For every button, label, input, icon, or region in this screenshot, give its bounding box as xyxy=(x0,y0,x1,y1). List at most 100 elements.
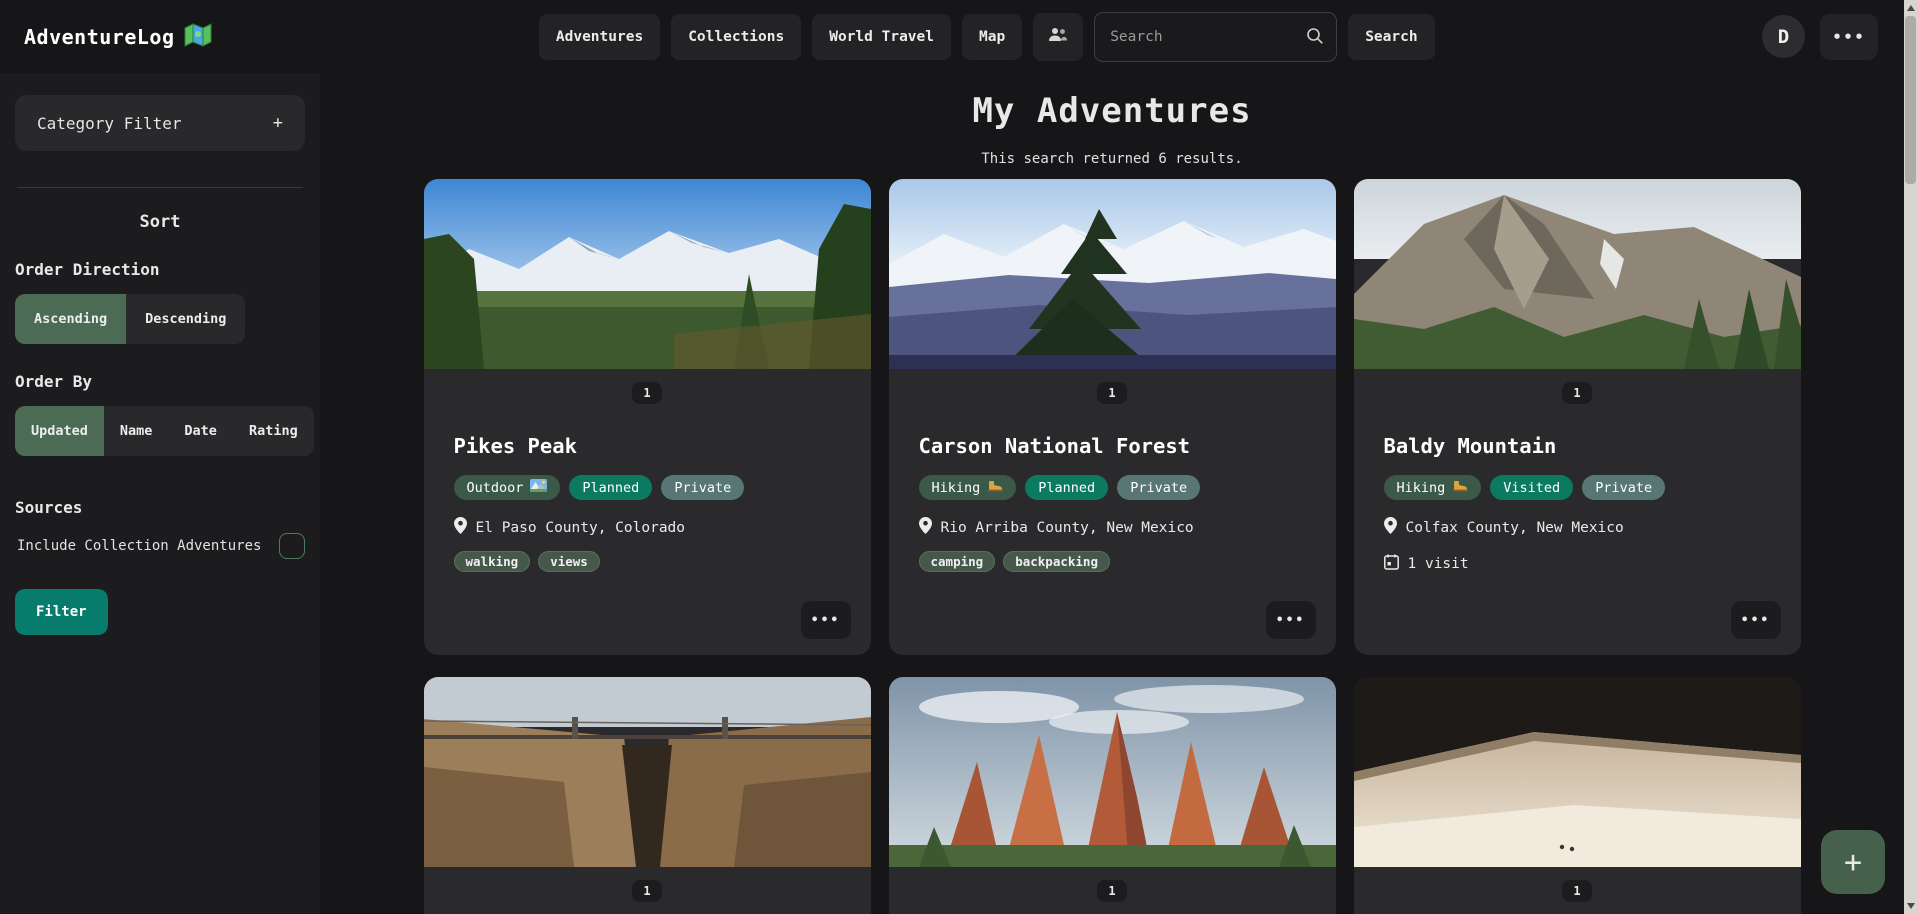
boot-icon xyxy=(1452,479,1468,496)
sort-heading: Sort xyxy=(15,212,305,232)
scroll-up-arrow[interactable] xyxy=(1907,5,1915,11)
sidebar-divider xyxy=(17,187,303,188)
collection-count-badge: 1 xyxy=(1562,382,1591,404)
overflow-menu-button[interactable]: ••• xyxy=(1820,14,1878,60)
adventure-card: 1 xyxy=(424,677,871,914)
expand-plus-icon: + xyxy=(273,113,283,133)
adventure-image-carson-forest[interactable] xyxy=(889,179,1336,369)
badge-row: Hiking Planned Private xyxy=(919,475,1306,500)
card-body: Pikes Peak Outdoor xyxy=(424,404,871,601)
adventure-image-canyon-bridge[interactable] xyxy=(424,677,871,867)
main-content: My Adventures This search returned 6 res… xyxy=(320,73,1904,914)
card-more-button[interactable]: ••• xyxy=(801,601,851,639)
include-collection-checkbox[interactable] xyxy=(279,533,305,559)
tag-pill: backpacking xyxy=(1003,551,1110,572)
nav-world-travel-button[interactable]: World Travel xyxy=(812,14,951,60)
app-title: AdventureLog xyxy=(24,25,175,49)
map-emoji-icon xyxy=(184,23,212,51)
include-collection-row: Include Collection Adventures xyxy=(15,533,305,559)
filter-sidebar: Category Filter + Sort Order Direction A… xyxy=(0,73,320,914)
visibility-badge: Private xyxy=(661,475,744,500)
navbar-center: Adventures Collections World Travel Map xyxy=(539,12,1435,62)
card-body: Carson National Forest Hiking Planned Pr… xyxy=(889,404,1336,601)
status-badge: Planned xyxy=(569,475,652,500)
collection-count-badge: 1 xyxy=(632,880,661,902)
calendar-icon xyxy=(1384,554,1399,574)
visibility-badge: Private xyxy=(1117,475,1200,500)
card-footer: ••• xyxy=(424,601,871,655)
tag-pill: camping xyxy=(919,551,996,572)
include-collection-label: Include Collection Adventures xyxy=(17,538,261,554)
adventure-image-baldy-mountain[interactable] xyxy=(1354,179,1801,369)
page-title: My Adventures xyxy=(320,91,1904,131)
card-more-button[interactable]: ••• xyxy=(1266,601,1316,639)
adventure-card: 1 xyxy=(1354,677,1801,914)
add-adventure-button[interactable]: + xyxy=(1821,830,1885,894)
adventure-image-sand-dunes[interactable] xyxy=(1354,677,1801,867)
visibility-badge: Private xyxy=(1582,475,1665,500)
order-direction-group: Ascending Descending xyxy=(15,294,245,344)
tag-pill: views xyxy=(538,551,600,572)
order-by-name-button[interactable]: Name xyxy=(104,406,169,456)
card-body: Baldy Mountain Hiking Visited Private xyxy=(1354,404,1801,601)
tag-pill: walking xyxy=(454,551,531,572)
badge-row: Hiking Visited Private xyxy=(1384,475,1771,500)
visit-count-text: 1 visit xyxy=(1408,556,1469,572)
adventure-title[interactable]: Baldy Mountain xyxy=(1384,434,1771,458)
search-input[interactable] xyxy=(1094,12,1337,62)
location-text: Rio Arriba County, New Mexico xyxy=(941,520,1194,536)
card-footer: ••• xyxy=(1354,601,1801,655)
location-pin-icon xyxy=(1384,517,1397,538)
category-badge: Outdoor xyxy=(454,475,561,500)
location-row: Rio Arriba County, New Mexico xyxy=(919,517,1306,538)
order-direction-label: Order Direction xyxy=(15,260,305,279)
card-more-button[interactable]: ••• xyxy=(1731,601,1781,639)
adventure-image-pikes-peak[interactable] xyxy=(424,179,871,369)
collection-count-badge: 1 xyxy=(632,382,661,404)
adventure-title[interactable]: Carson National Forest xyxy=(919,434,1306,458)
results-count-text: This search returned 6 results. xyxy=(320,151,1904,167)
search-submit-button[interactable]: Search xyxy=(1348,14,1434,60)
order-by-date-button[interactable]: Date xyxy=(168,406,233,456)
magnifier-icon xyxy=(1306,27,1324,49)
adventure-image-red-rocks[interactable] xyxy=(889,677,1336,867)
sources-heading: Sources xyxy=(15,498,305,517)
category-filter-label: Category Filter xyxy=(37,114,182,133)
order-by-label: Order By xyxy=(15,372,305,391)
visit-row: 1 visit xyxy=(1384,554,1771,574)
adventure-title[interactable]: Pikes Peak xyxy=(454,434,841,458)
category-filter-accordion[interactable]: Category Filter + xyxy=(15,95,305,151)
order-by-group: Updated Name Date Rating xyxy=(15,406,314,456)
order-by-updated-button[interactable]: Updated xyxy=(15,406,104,456)
user-avatar[interactable]: D xyxy=(1762,15,1805,58)
scrollbar[interactable] xyxy=(1904,0,1917,914)
scrollbar-thumb[interactable] xyxy=(1905,16,1916,184)
order-by-rating-button[interactable]: Rating xyxy=(233,406,314,456)
category-badge: Hiking xyxy=(919,475,1017,500)
location-row: El Paso County, Colorado xyxy=(454,517,841,538)
apply-filter-button[interactable]: Filter xyxy=(15,589,108,635)
adventure-card: 1 xyxy=(889,677,1336,914)
badge-row: Outdoor Planned Private xyxy=(454,475,841,500)
category-badge-label: Hiking xyxy=(1397,480,1446,496)
category-badge: Hiking xyxy=(1384,475,1482,500)
nav-collections-button[interactable]: Collections xyxy=(671,14,801,60)
location-text: El Paso County, Colorado xyxy=(476,520,686,536)
adventure-grid: 1 Pikes Peak Outdoor xyxy=(424,179,1801,914)
app-logo[interactable]: AdventureLog xyxy=(24,23,212,51)
order-ascending-button[interactable]: Ascending xyxy=(15,294,126,344)
navbar-right: D ••• xyxy=(1762,14,1878,60)
people-icon xyxy=(1048,27,1068,46)
top-navbar: AdventureLog Adventures Collections Worl… xyxy=(0,0,1904,73)
nav-adventures-button[interactable]: Adventures xyxy=(539,14,660,60)
card-footer: ••• xyxy=(889,601,1336,655)
adventure-card: 1 Carson National Forest Hiking Planned xyxy=(889,179,1336,655)
nav-users-button[interactable] xyxy=(1033,13,1083,61)
order-descending-button[interactable]: Descending xyxy=(126,294,245,344)
status-badge: Planned xyxy=(1025,475,1108,500)
scroll-down-arrow[interactable] xyxy=(1907,903,1915,909)
location-row: Colfax County, New Mexico xyxy=(1384,517,1771,538)
collection-count-badge: 1 xyxy=(1097,382,1126,404)
boot-icon xyxy=(987,479,1003,496)
nav-map-button[interactable]: Map xyxy=(962,14,1022,60)
